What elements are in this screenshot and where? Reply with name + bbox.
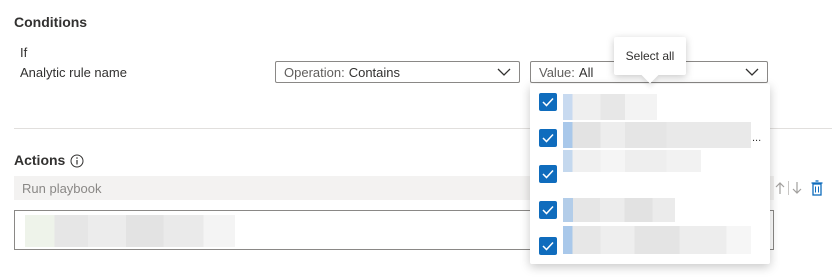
redacted-option-text (563, 122, 751, 148)
redacted-option-text (563, 150, 701, 172)
arrow-down-icon[interactable] (792, 181, 802, 195)
checkbox-checked[interactable] (539, 165, 557, 183)
action-type-label: Run playbook (22, 181, 102, 196)
value-key: Value: (539, 64, 575, 80)
select-all-tooltip: Select all (614, 37, 686, 75)
redacted-option-text (563, 198, 675, 222)
if-label: If (20, 45, 28, 60)
checkmark-icon (542, 205, 554, 215)
checkmark-icon (542, 241, 554, 251)
checkbox-checked[interactable] (539, 93, 557, 111)
operation-dropdown[interactable]: Operation: Contains (275, 61, 520, 83)
value-option[interactable] (530, 226, 770, 264)
value-option[interactable] (530, 84, 770, 120)
operation-value: Contains (348, 64, 401, 80)
checkbox-checked[interactable] (539, 201, 557, 219)
separator (788, 181, 789, 195)
conditions-heading: Conditions (14, 14, 88, 30)
redacted-option-text (563, 226, 751, 254)
chevron-down-icon (497, 68, 511, 76)
arrow-up-icon[interactable] (775, 181, 785, 195)
chevron-down-icon (745, 68, 759, 76)
analytic-rule-name-label: Analytic rule name (20, 65, 127, 80)
tooltip-text: Select all (625, 49, 675, 63)
value-options-menu: ... (530, 84, 770, 264)
checkbox-checked[interactable] (539, 237, 557, 255)
checkmark-icon (542, 97, 554, 107)
value-selected: All (578, 64, 594, 80)
actions-heading: Actions (14, 152, 66, 168)
redacted-playbook-name (25, 215, 235, 247)
info-icon[interactable] (70, 154, 84, 168)
operation-key: Operation: (284, 64, 345, 80)
redacted-option-text (563, 94, 751, 120)
truncation-ellipsis: ... (752, 132, 762, 144)
value-option[interactable] (530, 150, 770, 192)
checkmark-icon (542, 169, 554, 179)
checkbox-checked[interactable] (539, 129, 557, 147)
value-option[interactable] (530, 192, 770, 228)
checkmark-icon (542, 133, 554, 143)
trash-icon[interactable] (811, 180, 823, 196)
